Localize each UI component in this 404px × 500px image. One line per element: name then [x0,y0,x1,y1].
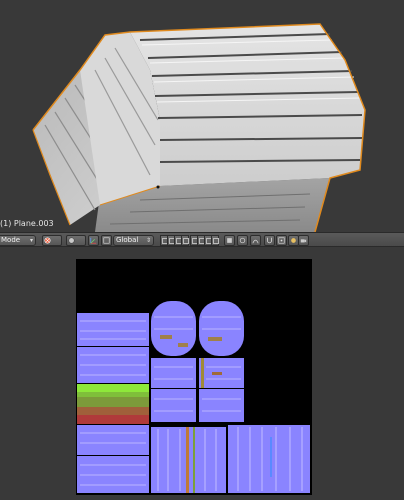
manipulator-button[interactable] [88,235,99,246]
layer-grid-icon [227,238,232,243]
layer-grid-2[interactable] [190,235,219,246]
proportional-edit-icon [239,237,246,244]
layer-grid-1[interactable] [160,235,189,246]
chevron-updown-icon: ⇕ [145,237,151,244]
snap-icon [103,237,110,244]
mode-label: Mode [1,236,21,244]
magnet-icon [267,237,272,244]
pivot-point-button[interactable] [42,235,62,246]
snap-element-button[interactable] [276,235,287,246]
camera-icon [300,239,307,243]
uv-image-editor[interactable] [0,247,404,500]
manipulator-icon [90,237,97,244]
pivot-icon [44,237,51,244]
normal-map-texture [76,259,312,495]
falloff-button[interactable] [250,235,261,246]
shading-icon [68,237,75,244]
mesh-render [32,23,366,232]
shading-button[interactable] [66,235,86,246]
camera-button[interactable] [298,235,309,246]
3d-viewport[interactable]: (1) Plane.003 [0,0,404,232]
chevron-down-icon: ▾ [29,237,33,244]
snap-button[interactable] [101,235,112,246]
falloff-icon [252,239,259,244]
render-preview-icon [291,238,296,243]
viewport-header: Mode ▾ Global ⇕ [0,232,404,247]
mode-dropdown[interactable]: Mode ▾ [0,235,36,246]
lock-camera-button[interactable] [224,235,235,246]
snap-toggle-button[interactable] [264,235,275,246]
orientation-dropdown[interactable]: Global ⇕ [113,235,154,246]
orientation-label: Global [116,236,139,244]
vertex-snap-icon [278,237,285,244]
proportional-edit-button[interactable] [237,235,248,246]
object-name-label: (1) Plane.003 [0,219,54,228]
